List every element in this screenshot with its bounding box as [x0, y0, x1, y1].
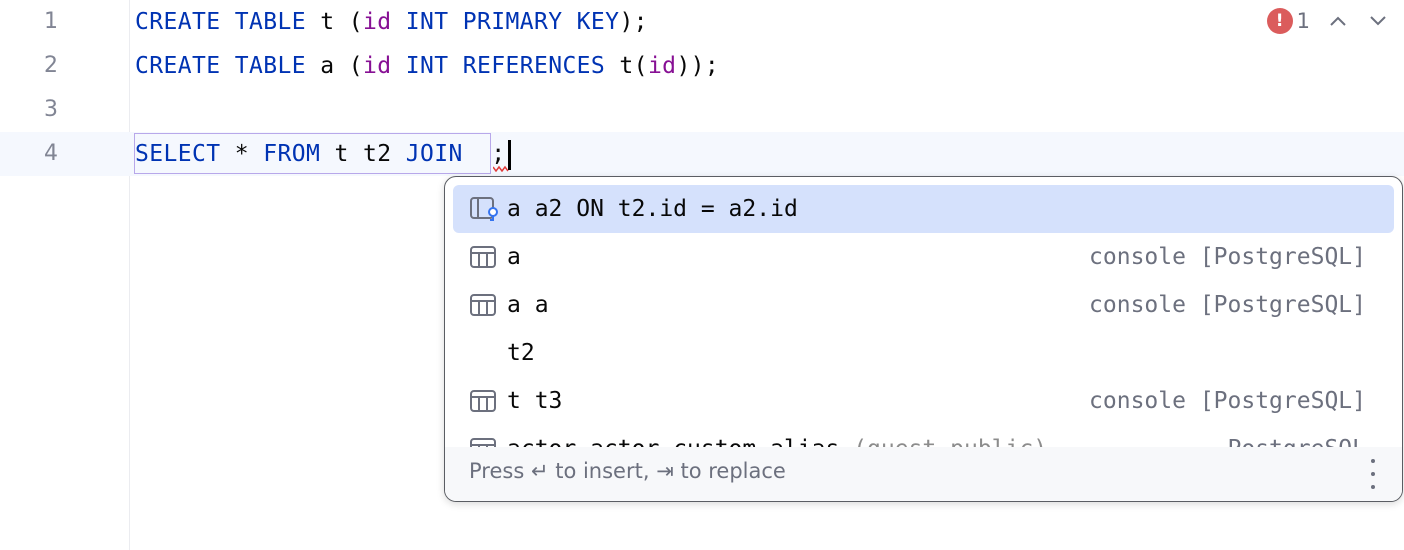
- sql-keyword: INT PRIMARY KEY: [405, 9, 620, 35]
- code-line[interactable]: CREATE TABLE a (id INT REFERENCES t(id))…: [135, 44, 719, 88]
- code-text: );: [619, 9, 648, 35]
- completion-popup: a a2 ON t2.id = a2.id a console [PostgreSQ…: [444, 176, 1403, 502]
- chevron-down-icon: [1370, 16, 1386, 26]
- completion-list: a a2 ON t2.id = a2.id a console [PostgreSQ…: [445, 177, 1402, 449]
- join-icon: [469, 196, 499, 222]
- table-icon: [469, 244, 499, 270]
- column-name: id: [647, 53, 677, 79]
- completion-footer: Press ↵ to insert, ⇥ to replace: [445, 447, 1402, 501]
- error-squiggle: [493, 165, 509, 172]
- completion-item-text: t2: [507, 340, 535, 366]
- sql-keyword: CREATE TABLE: [135, 9, 306, 35]
- code-text: t(: [605, 53, 648, 79]
- completion-item[interactable]: a a2 ON t2.id = a2.id: [453, 185, 1394, 233]
- completion-hint-text: Press ↵ to insert, ⇥ to replace: [469, 459, 786, 483]
- column-name: id: [362, 53, 392, 79]
- more-icon-dot: [1371, 485, 1375, 489]
- completion-item-text: a: [507, 244, 521, 270]
- next-highlighted-error-button[interactable]: [1366, 9, 1390, 33]
- code-text: t (: [305, 9, 363, 35]
- completion-item[interactable]: a a console [PostgreSQL]: [453, 281, 1394, 329]
- table-icon: [469, 388, 499, 414]
- completion-item-text: t t3: [507, 388, 563, 414]
- inspection-widget: ! 1: [1266, 8, 1390, 34]
- error-count[interactable]: 1: [1297, 9, 1310, 33]
- more-icon-dot: [1371, 472, 1375, 476]
- completion-item[interactable]: a console [PostgreSQL]: [453, 233, 1394, 281]
- code-text: a (: [305, 53, 363, 79]
- line-number: 1: [44, 9, 58, 34]
- completion-item[interactable]: t2: [453, 329, 1394, 377]
- empty-icon: [469, 340, 499, 366]
- selection-highlight-box: [134, 133, 491, 174]
- completion-item-source: console [PostgreSQL]: [1089, 388, 1366, 414]
- text-caret: [508, 140, 511, 170]
- more-options-button[interactable]: [1368, 459, 1378, 489]
- completion-item-text: a a: [507, 292, 549, 318]
- completion-item[interactable]: t t3 console [PostgreSQL]: [453, 377, 1394, 425]
- line-number: 4: [44, 141, 58, 166]
- completion-item-source: console [PostgreSQL]: [1089, 244, 1366, 270]
- error-icon[interactable]: !: [1266, 8, 1293, 34]
- table-icon: [469, 292, 499, 318]
- code-text: ));: [676, 53, 720, 79]
- column-name: id: [362, 9, 392, 35]
- line-number: 2: [44, 53, 58, 78]
- previous-highlighted-error-button[interactable]: [1326, 9, 1350, 33]
- chevron-up-icon: [1330, 16, 1346, 26]
- line-number: 3: [44, 97, 58, 122]
- completion-item-source: console [PostgreSQL]: [1089, 292, 1366, 318]
- completion-item[interactable]: actor actor_custom_alias (guest.public) P…: [453, 425, 1394, 449]
- sql-keyword: INT REFERENCES: [405, 53, 606, 79]
- code-line[interactable]: CREATE TABLE t (id INT PRIMARY KEY);: [135, 0, 648, 44]
- more-icon-dot: [1371, 459, 1375, 463]
- sql-keyword: CREATE TABLE: [135, 53, 306, 79]
- completion-item-text: a a2 ON t2.id = a2.id: [507, 196, 798, 222]
